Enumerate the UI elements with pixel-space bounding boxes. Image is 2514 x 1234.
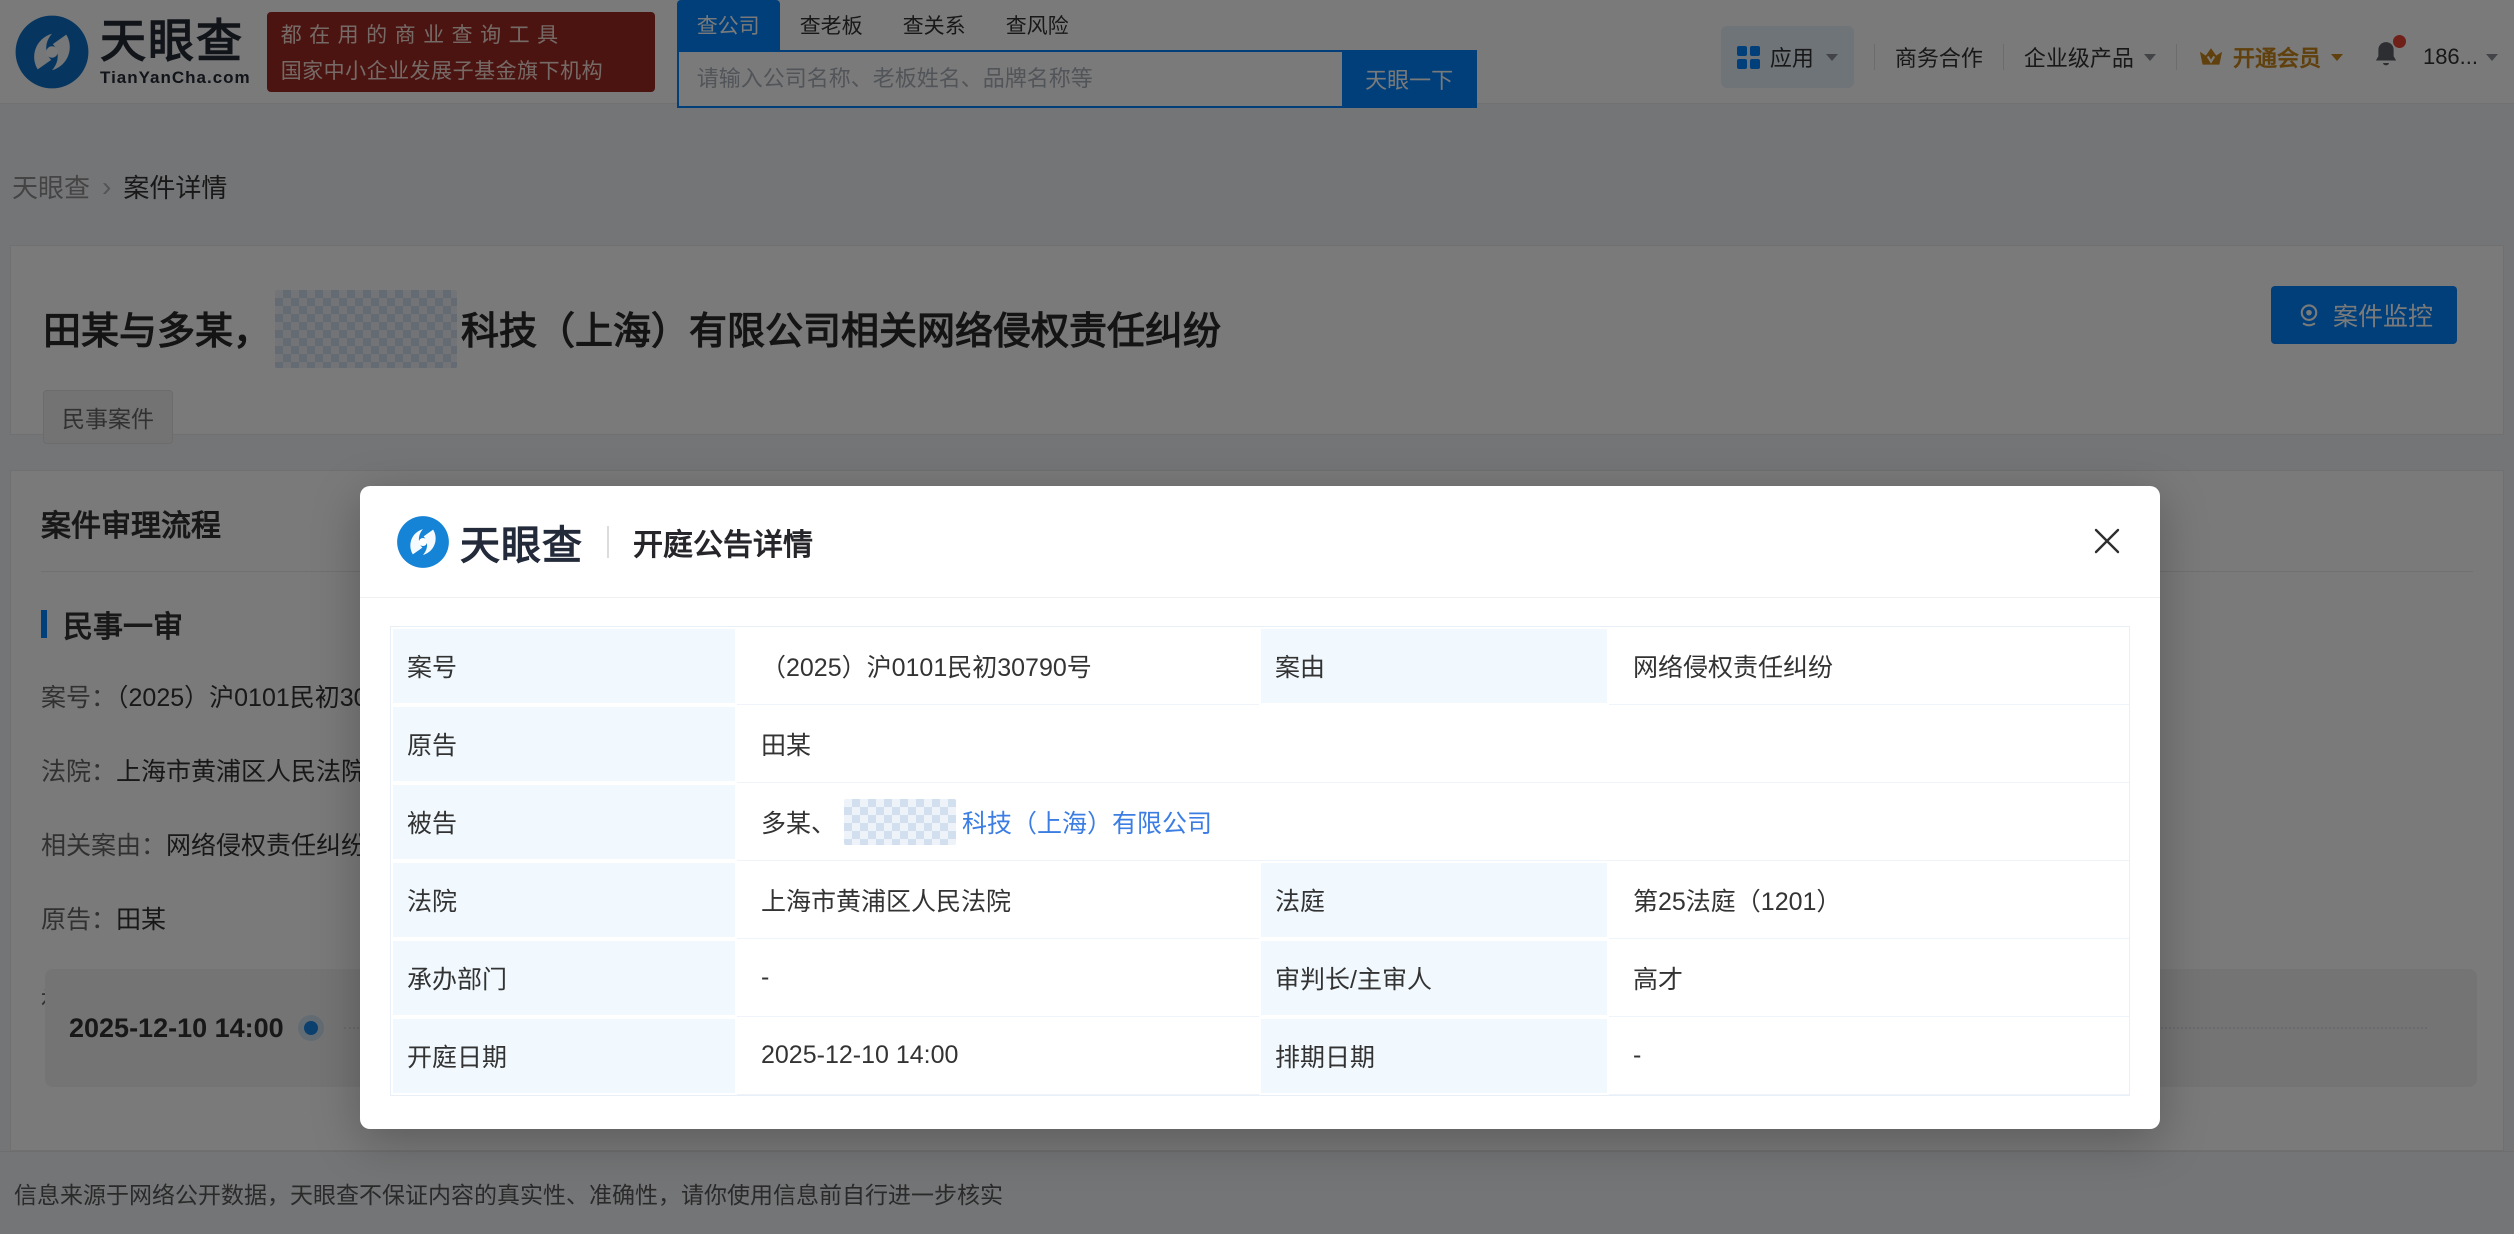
label-court: 法院 xyxy=(391,861,737,939)
label-plaintiff: 原告 xyxy=(391,705,737,783)
modal-header: 天眼查 开庭公告详情 xyxy=(360,486,2160,598)
hearing-detail-modal: 天眼查 开庭公告详情 案号 （2025）沪0101民初30790号 案由 网络侵… xyxy=(360,486,2160,1129)
table-row: 承办部门 - 审判长/主审人 高才 xyxy=(391,939,2129,1017)
redacted-company-name xyxy=(844,798,957,845)
table-row: 开庭日期 2025-12-10 14:00 排期日期 - xyxy=(391,1017,2129,1095)
value-handling-department: - xyxy=(737,939,1259,1017)
value-hearing-date: 2025-12-10 14:00 xyxy=(737,1017,1259,1095)
label-hearing-date: 开庭日期 xyxy=(391,1017,737,1095)
value-scheduling-date: - xyxy=(1609,1017,2129,1095)
label-scheduling-date: 排期日期 xyxy=(1259,1017,1609,1095)
label-presiding-judge: 审判长/主审人 xyxy=(1259,939,1609,1017)
defendant-person: 多某、 xyxy=(761,809,837,838)
table-row: 案号 （2025）沪0101民初30790号 案由 网络侵权责任纠纷 xyxy=(391,627,2129,705)
table-row: 原告 田某 xyxy=(391,705,2129,783)
modal-close-button[interactable] xyxy=(2090,524,2124,558)
modal-brand-name: 天眼查 xyxy=(460,523,583,568)
defendant-company-link[interactable]: 科技（上海）有限公司 xyxy=(962,810,1212,838)
table-row: 被告 多某、 科技（上海）有限公司 xyxy=(391,783,2129,861)
modal-body: 案号 （2025）沪0101民初30790号 案由 网络侵权责任纠纷 原告 田某… xyxy=(360,598,2160,1096)
label-defendant: 被告 xyxy=(391,783,737,861)
value-courtroom: 第25法庭（1201） xyxy=(1609,861,2129,939)
page: 天眼查 TianYanCha.com 都在用的商业查询工具 国家中小企业发展子基… xyxy=(0,0,2514,1234)
label-courtroom: 法庭 xyxy=(1259,861,1609,939)
label-case-number: 案号 xyxy=(391,627,737,705)
label-handling-department: 承办部门 xyxy=(391,939,737,1017)
value-presiding-judge: 高才 xyxy=(1609,939,2129,1017)
value-court: 上海市黄浦区人民法院 xyxy=(737,861,1259,939)
value-defendant: 多某、 科技（上海）有限公司 xyxy=(737,783,2129,861)
modal-title: 开庭公告详情 xyxy=(633,528,813,562)
value-plaintiff: 田某 xyxy=(737,705,2129,783)
tianyancha-logo-icon xyxy=(397,515,449,568)
table-row: 法院 上海市黄浦区人民法院 法庭 第25法庭（1201） xyxy=(391,861,2129,939)
close-icon xyxy=(2094,528,2120,554)
label-cause: 案由 xyxy=(1259,627,1609,705)
value-case-number: （2025）沪0101民初30790号 xyxy=(737,627,1259,705)
value-cause: 网络侵权责任纠纷 xyxy=(1609,627,2129,705)
modal-header-divider xyxy=(607,525,609,558)
hearing-detail-table: 案号 （2025）沪0101民初30790号 案由 网络侵权责任纠纷 原告 田某… xyxy=(390,626,2130,1096)
